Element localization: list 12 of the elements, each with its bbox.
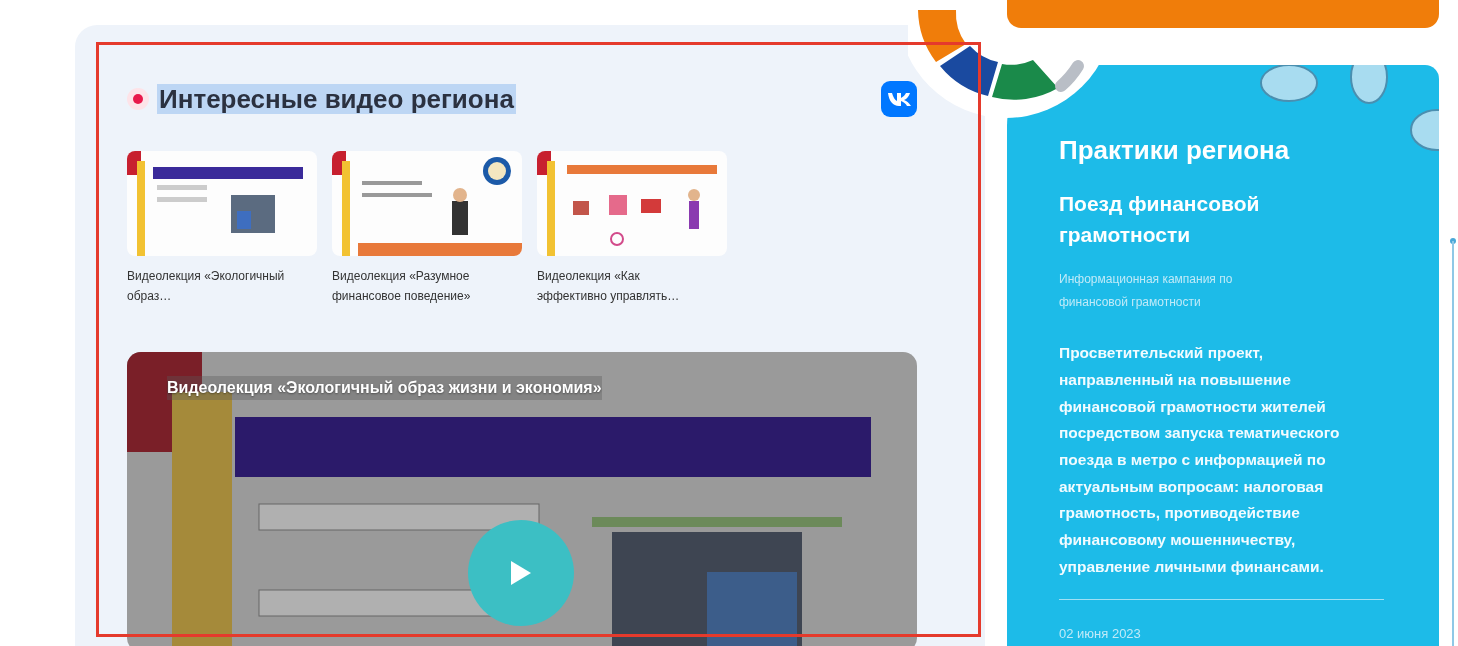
play-icon (509, 559, 533, 587)
practice-date: 02 июня 2023 (1059, 624, 1142, 643)
card-title: Практики региона (1059, 135, 1291, 167)
video-caption[interactable]: Видеолекция «Как эффективно управлять… (537, 266, 697, 306)
practice-title: Поезд финансовой грамотности (1059, 191, 1261, 249)
practice-description: Просветительский проект, направленный на повышение финансовой грамотности жителей посредством запуска тематического поезда в метро с информацией по актуальным вопросам: налоговая грамотность, противодействие финансовому мошенничеству, управление личными финансами. (1059, 343, 1341, 577)
practice-category: Информационная кампания по финансовой грамотности (1059, 271, 1234, 312)
section-title: Интересные видео региона (157, 84, 516, 114)
video-caption[interactable]: Видеолекция «Разумное финансовое поведение» (332, 266, 492, 306)
video-caption[interactable]: Видеолекция «Экологичный образ… (127, 266, 287, 306)
social-icon[interactable] (881, 81, 917, 117)
bullet-icon (127, 88, 149, 110)
